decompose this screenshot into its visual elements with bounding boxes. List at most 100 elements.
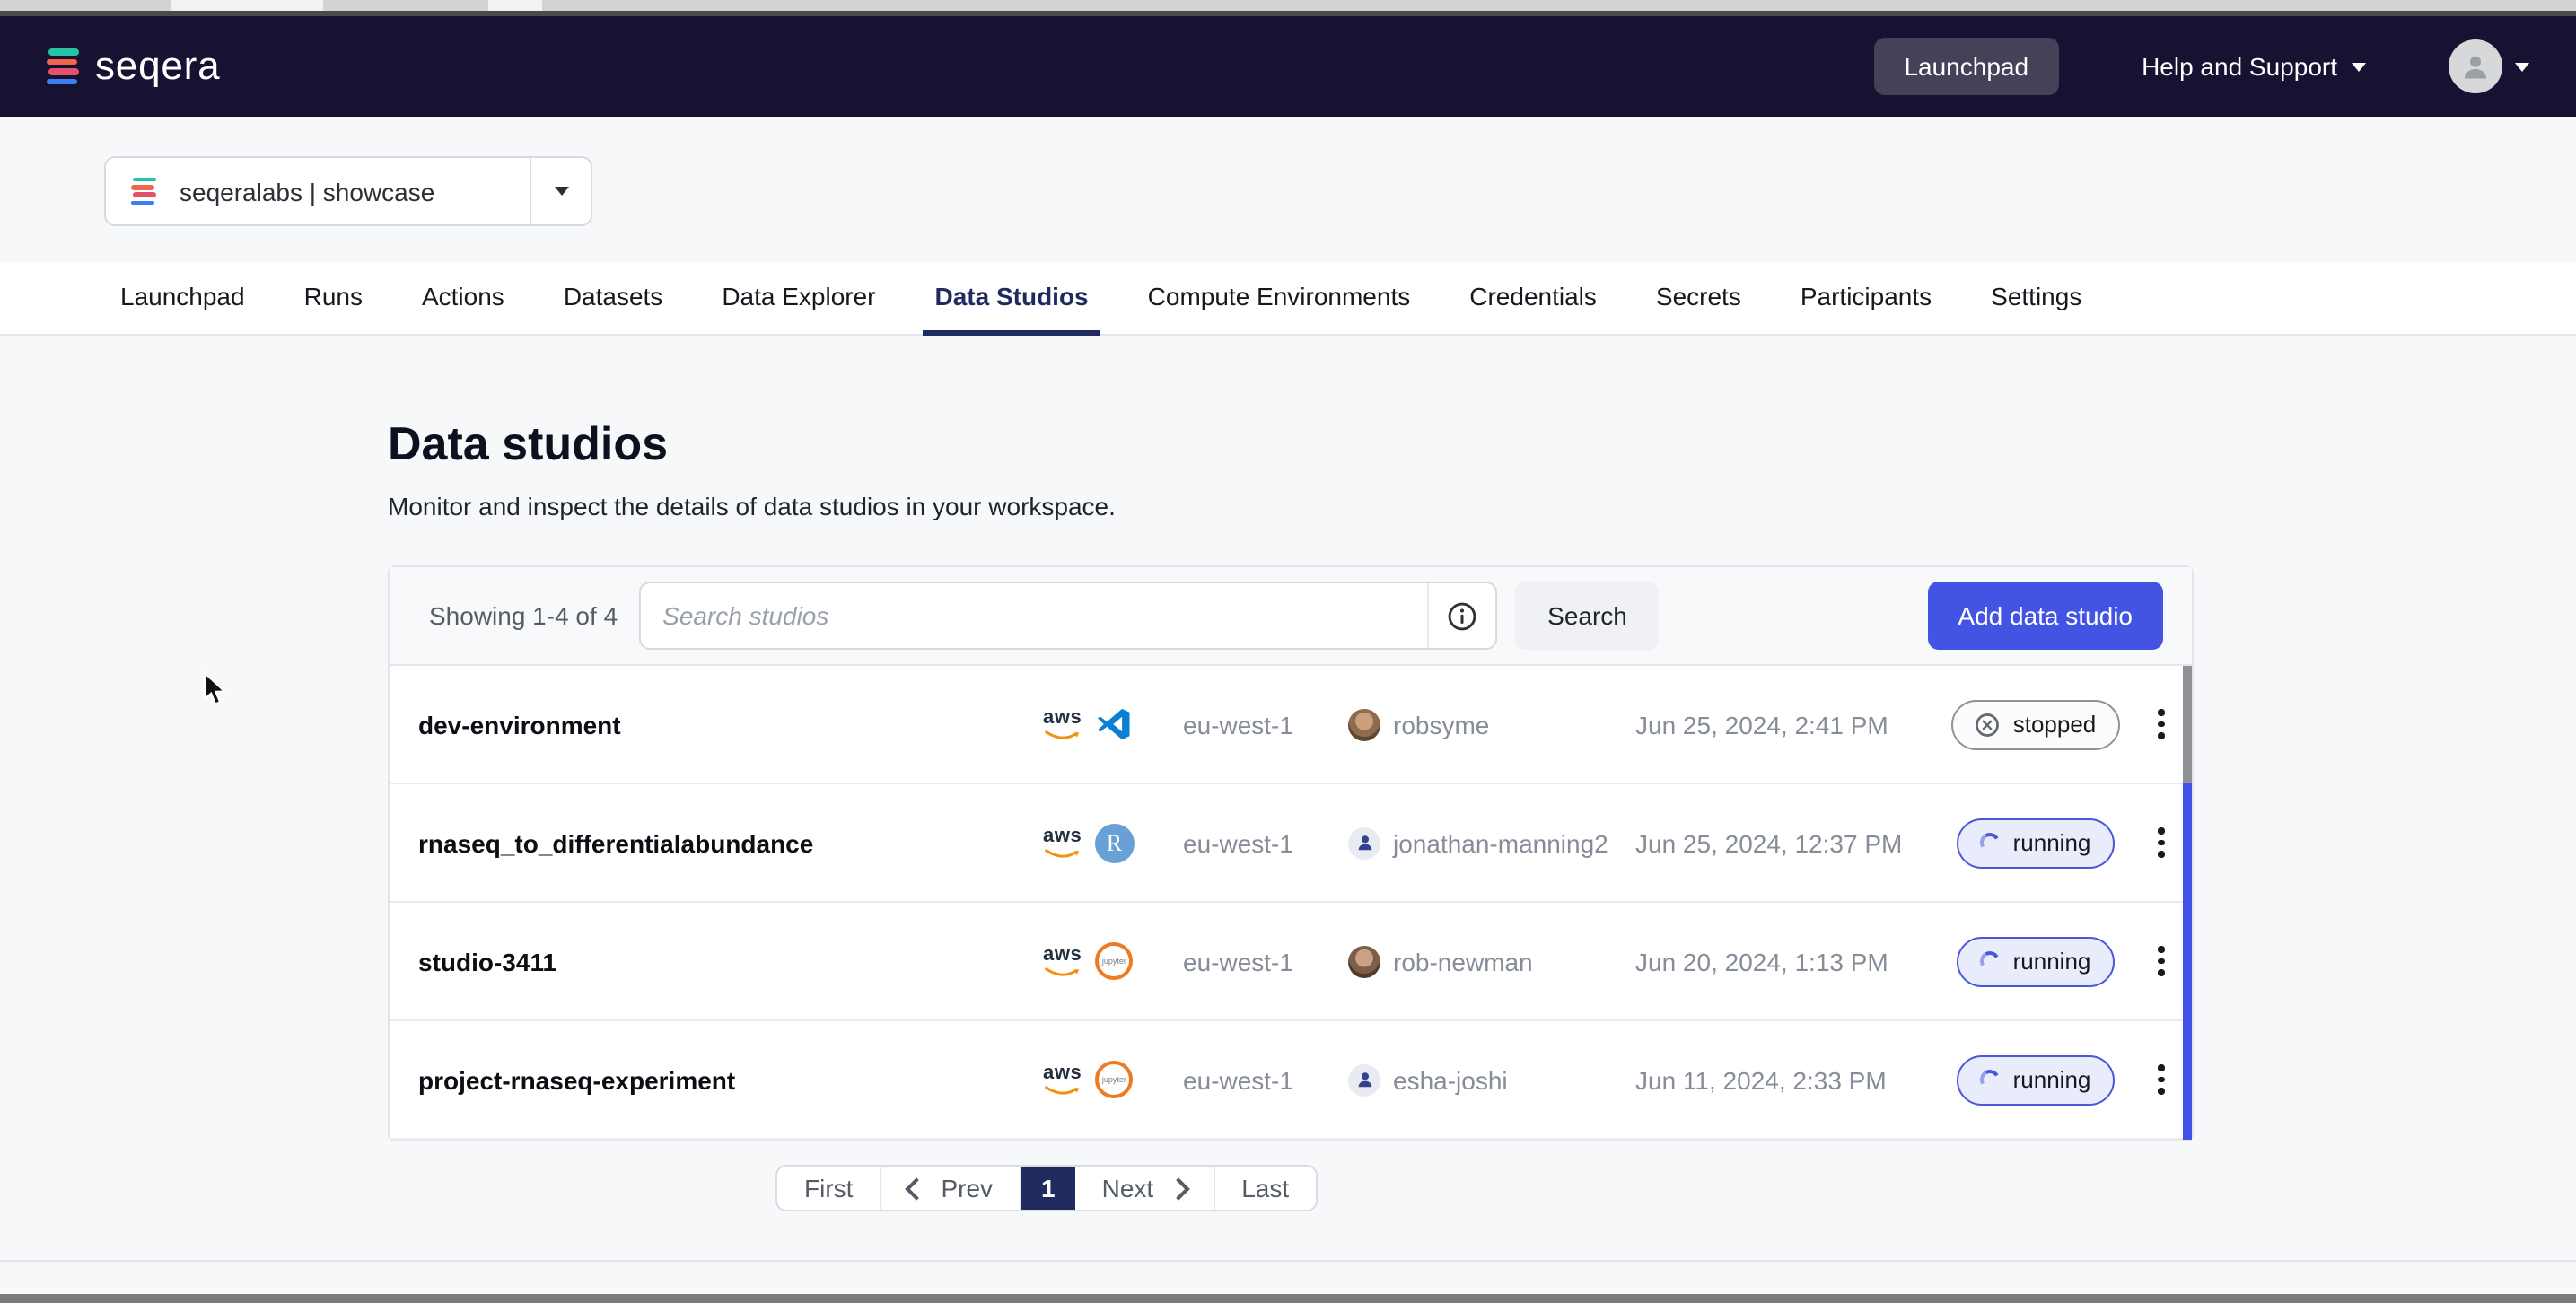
search-input[interactable]	[641, 601, 1427, 630]
browser-chrome-strip	[0, 0, 2576, 11]
chevron-down-icon	[2515, 62, 2529, 71]
aws-icon: aws	[1043, 945, 1082, 977]
info-circle-icon	[1447, 600, 1477, 631]
stopped-x-circle-icon	[1976, 712, 2001, 737]
bottom-chrome-strip	[0, 1294, 2576, 1303]
status-label: running	[2013, 829, 2091, 856]
vscode-icon	[1094, 704, 1134, 744]
table-row[interactable]: studio-3411 aws jupyter eu-west-1 rob-ne…	[390, 903, 2192, 1021]
tab-credentials[interactable]: Credentials	[1469, 262, 1597, 334]
seqera-logo-icon	[47, 48, 79, 84]
table-row[interactable]: rnaseq_to_differentialabundance aws R eu…	[390, 784, 2192, 903]
table-row[interactable]: dev-environment aws eu-west-1 robsyme	[390, 666, 2192, 784]
tab-launchpad[interactable]: Launchpad	[120, 262, 245, 334]
seqera-logo[interactable]: seqera	[47, 43, 220, 90]
main-content: Data studios Monitor and inspect the det…	[0, 416, 2576, 1211]
studio-name: studio-3411	[418, 947, 1043, 975]
top-navbar: seqera Launchpad Help and Support	[0, 16, 2576, 117]
page-title: Data studios	[388, 416, 2576, 472]
person-icon	[1348, 1063, 1380, 1096]
search-box	[639, 582, 1497, 650]
viewport: seqera Launchpad Help and Support seqera…	[0, 0, 2576, 1303]
status-badge: running	[1958, 1054, 2115, 1105]
studio-name: dev-environment	[418, 710, 1043, 739]
row-menu-button[interactable]	[2151, 703, 2172, 747]
workspace-dropdown-toggle[interactable]	[530, 158, 591, 224]
footer-divider	[0, 1260, 2576, 1262]
tab-actions[interactable]: Actions	[422, 262, 504, 334]
tab-secrets[interactable]: Secrets	[1656, 262, 1741, 334]
tab-participants[interactable]: Participants	[1801, 262, 1932, 334]
running-spinner-icon	[1978, 949, 2002, 974]
tab-data-studios[interactable]: Data Studios	[935, 262, 1089, 334]
studio-name: rnaseq_to_differentialabundance	[418, 828, 1043, 857]
jupyter-icon: jupyter	[1094, 1060, 1134, 1099]
data-studios-panel: Showing 1-4 of 4 Search Add data studio	[388, 565, 2194, 1141]
help-and-support-menu[interactable]: Help and Support	[2142, 52, 2366, 81]
aws-icon: aws	[1043, 1063, 1082, 1096]
chevron-down-icon	[2352, 62, 2366, 71]
table-scrollbar	[2183, 666, 2192, 1140]
status-badge: stopped	[1952, 699, 2120, 749]
running-spinner-icon	[1978, 1068, 2002, 1092]
created-date: Jun 25, 2024, 2:41 PM	[1635, 710, 1937, 739]
chevron-left-icon	[906, 1176, 928, 1199]
status-label: running	[2013, 948, 2091, 975]
workspace-tabs: Launchpad Runs Actions Datasets Data Exp…	[0, 262, 2576, 336]
region: eu-west-1	[1183, 828, 1348, 857]
region: eu-west-1	[1183, 710, 1348, 739]
status-badge: running	[1958, 936, 2115, 986]
status-badge: running	[1958, 818, 2115, 868]
table-row[interactable]: project-rnaseq-experiment aws jupyter eu…	[390, 1021, 2192, 1140]
search-button[interactable]: Search	[1515, 582, 1660, 650]
scrollbar-thumb[interactable]	[2183, 666, 2192, 783]
pagination-first[interactable]: First	[777, 1167, 881, 1210]
user-cell: jonathan-manning2	[1348, 826, 1635, 859]
region: eu-west-1	[1183, 1065, 1348, 1094]
tab-data-explorer[interactable]: Data Explorer	[722, 262, 875, 334]
user-cell: robsyme	[1348, 708, 1635, 740]
status-label: running	[2013, 1066, 2091, 1093]
tab-compute-environments[interactable]: Compute Environments	[1148, 262, 1411, 334]
running-spinner-icon	[1978, 831, 2002, 855]
jupyter-icon: jupyter	[1094, 941, 1134, 981]
user-name: esha-joshi	[1393, 1065, 1508, 1094]
person-icon	[2459, 50, 2492, 83]
row-menu-button[interactable]	[2151, 1058, 2172, 1102]
selection-edge-bar	[2183, 783, 2192, 1140]
pagination-prev[interactable]: Prev	[881, 1167, 1021, 1210]
user-menu[interactable]	[2449, 39, 2529, 93]
page-subtitle: Monitor and inspect the details of data …	[388, 492, 2576, 520]
add-data-studio-button[interactable]: Add data studio	[1927, 582, 2163, 650]
status-label: stopped	[2013, 711, 2097, 738]
user-photo-avatar	[1348, 945, 1380, 977]
showing-count: Showing 1-4 of 4	[429, 601, 618, 630]
studios-toolbar: Showing 1-4 of 4 Search Add data studio	[390, 567, 2192, 666]
created-date: Jun 20, 2024, 1:13 PM	[1635, 947, 1937, 975]
tab-runs[interactable]: Runs	[304, 262, 363, 334]
created-date: Jun 25, 2024, 12:37 PM	[1635, 828, 1937, 857]
chevron-down-icon	[554, 187, 568, 196]
pagination-page-1[interactable]: 1	[1021, 1167, 1075, 1210]
user-photo-avatar	[1348, 708, 1380, 740]
row-menu-button[interactable]	[2151, 821, 2172, 865]
tab-datasets[interactable]: Datasets	[564, 262, 663, 334]
chrome-tab-remnant	[488, 0, 542, 11]
r-studio-icon: R	[1094, 823, 1134, 862]
user-name: robsyme	[1393, 710, 1489, 739]
pagination: First Prev 1 Next Last	[775, 1165, 1318, 1211]
seqera-mini-icon	[131, 177, 156, 206]
pagination-last[interactable]: Last	[1214, 1167, 1316, 1210]
row-menu-button[interactable]	[2151, 940, 2172, 984]
launchpad-button[interactable]: Launchpad	[1873, 38, 2059, 95]
aws-icon: aws	[1043, 826, 1082, 859]
tab-settings[interactable]: Settings	[1991, 262, 2081, 334]
pagination-next[interactable]: Next	[1075, 1167, 1215, 1210]
chevron-right-icon	[1166, 1176, 1188, 1199]
search-info-toggle[interactable]	[1427, 583, 1495, 648]
region: eu-west-1	[1183, 947, 1348, 975]
workspace-selector[interactable]: seqeralabs | showcase	[104, 156, 592, 226]
studio-name: project-rnaseq-experiment	[418, 1065, 1043, 1094]
user-cell: esha-joshi	[1348, 1063, 1635, 1096]
created-date: Jun 11, 2024, 2:33 PM	[1635, 1065, 1937, 1094]
